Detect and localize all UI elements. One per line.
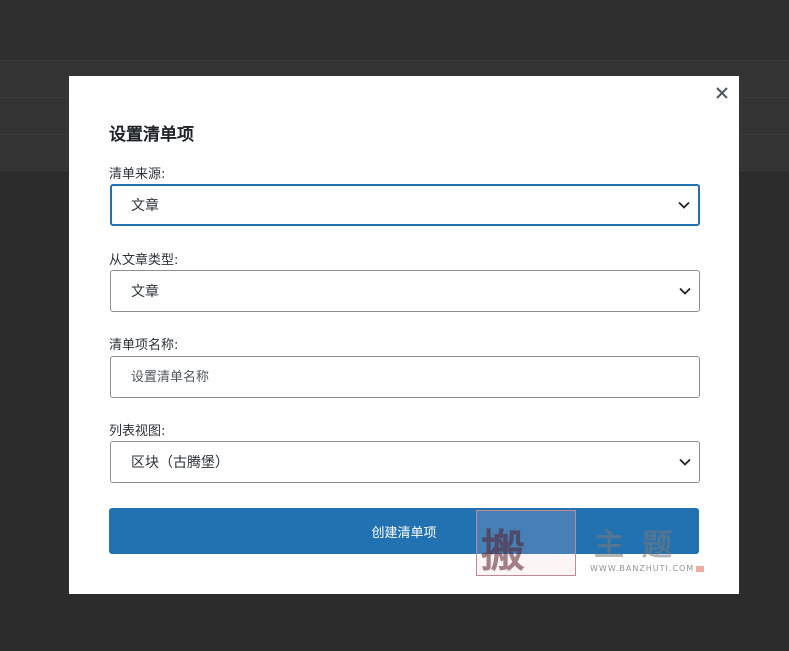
list-item-name-label: 清单项名称: xyxy=(109,338,179,353)
list-view-select-value: 区块（古腾堡） xyxy=(131,455,229,471)
create-list-item-button[interactable]: 创建清单项 xyxy=(109,508,699,554)
chevron-down-icon xyxy=(679,287,691,295)
dialog-title: 设置清单项 xyxy=(109,125,194,145)
list-view-select[interactable]: 区块（古腾堡） xyxy=(110,441,700,483)
post-type-select-value: 文章 xyxy=(131,284,159,300)
close-icon xyxy=(716,87,728,99)
source-select-value: 文章 xyxy=(131,198,159,214)
list-item-name-input[interactable] xyxy=(110,356,700,398)
source-label: 清单来源: xyxy=(109,167,166,182)
chevron-down-icon xyxy=(678,201,690,209)
source-select[interactable]: 文章 xyxy=(110,184,700,226)
chevron-down-icon xyxy=(679,458,691,466)
setup-list-item-dialog: 设置清单项 清单来源: 文章 从文章类型: 文章 清单项名称: 列表视图: 区块… xyxy=(69,76,739,594)
post-type-select[interactable]: 文章 xyxy=(110,270,700,312)
close-button[interactable] xyxy=(711,82,733,104)
list-view-label: 列表视图: xyxy=(109,424,166,439)
post-type-label: 从文章类型: xyxy=(109,253,179,268)
